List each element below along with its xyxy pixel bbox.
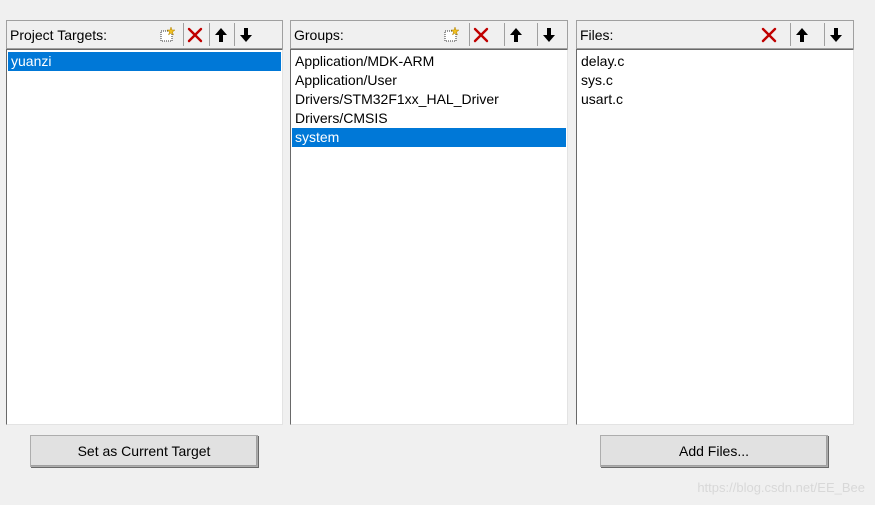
move-down-icon — [240, 27, 252, 42]
move-up-icon — [510, 27, 522, 42]
new-group-button[interactable] — [439, 23, 462, 46]
project-targets-list[interactable]: yuanzi — [6, 49, 283, 425]
list-item[interactable]: Application/User — [292, 71, 566, 90]
add-files-button[interactable]: Add Files... — [600, 435, 828, 467]
move-down-icon — [830, 27, 842, 42]
list-item[interactable]: Application/MDK-ARM — [292, 52, 566, 71]
list-item[interactable]: yuanzi — [8, 52, 281, 71]
delete-file-button[interactable] — [757, 23, 780, 46]
move-group-down-button[interactable] — [537, 23, 560, 46]
move-file-up-button[interactable] — [790, 23, 813, 46]
set-as-current-target-button[interactable]: Set as Current Target — [30, 435, 258, 467]
list-item[interactable]: sys.c — [578, 71, 852, 90]
watermark: https://blog.csdn.net/EE_Bee — [697, 480, 865, 495]
list-item[interactable]: Drivers/STM32F1xx_HAL_Driver — [292, 90, 566, 109]
move-target-up-button[interactable] — [209, 23, 232, 46]
delete-icon — [473, 27, 489, 42]
list-item[interactable]: system — [292, 128, 566, 147]
delete-target-button[interactable] — [183, 23, 206, 46]
move-target-down-button[interactable] — [234, 23, 257, 46]
project-targets-label: Project Targets: — [10, 27, 108, 43]
delete-icon — [761, 27, 776, 42]
set-as-current-target-label: Set as Current Target — [77, 443, 211, 459]
add-files-label: Add Files... — [678, 443, 750, 459]
new-item-icon — [160, 25, 176, 41]
project-targets-header: Project Targets: — [6, 20, 283, 49]
move-down-icon — [543, 27, 555, 42]
delete-icon — [187, 27, 203, 42]
new-item-icon — [444, 25, 460, 41]
move-group-up-button[interactable] — [504, 23, 527, 46]
groups-header: Groups: — [290, 20, 568, 49]
move-up-icon — [796, 27, 808, 42]
files-label: Files: — [580, 27, 614, 43]
files-list[interactable]: delay.c sys.c usart.c — [576, 49, 854, 425]
groups-list[interactable]: Application/MDK-ARM Application/User Dri… — [290, 49, 568, 425]
groups-panel: Groups: Application/MDK-ARM Application/… — [290, 20, 568, 425]
new-target-button[interactable] — [155, 23, 178, 46]
files-header: Files: — [576, 20, 854, 49]
list-item[interactable]: Drivers/CMSIS — [292, 109, 566, 128]
list-item[interactable]: usart.c — [578, 90, 852, 109]
move-file-down-button[interactable] — [824, 23, 847, 46]
delete-group-button[interactable] — [469, 23, 492, 46]
files-panel: Files: delay.c sys.c usart.c — [576, 20, 854, 425]
move-up-icon — [215, 27, 227, 42]
project-targets-panel: Project Targets: yuanzi — [6, 20, 283, 425]
list-item[interactable]: delay.c — [578, 52, 852, 71]
groups-label: Groups: — [294, 27, 344, 43]
